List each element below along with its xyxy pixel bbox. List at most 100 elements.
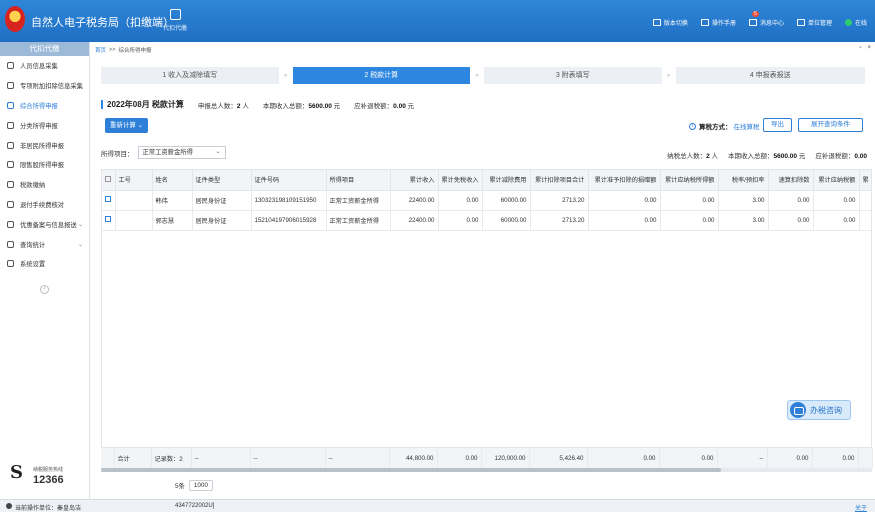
- step-arrow-icon: »: [666, 72, 671, 79]
- layers-icon: [7, 101, 14, 109]
- sidebar-item-tax-payment[interactable]: 税款缴纳: [0, 175, 89, 195]
- message-center-link[interactable]: 5 消息中心: [748, 11, 784, 27]
- current-unit: 当前操作单位：秦皇岛洁: [15, 506, 82, 512]
- close-icon[interactable]: ×: [867, 45, 871, 51]
- sidebar-item-settings[interactable]: 系统设置: [0, 254, 89, 274]
- right-income: 本期收入总额：5600.00 元: [728, 153, 806, 160]
- col-header[interactable]: 累: [859, 170, 871, 191]
- sidebar-heading: 代扣代缴: [0, 42, 89, 56]
- table-cell: 22400.00: [390, 190, 439, 211]
- version-switch-link[interactable]: 版本切换: [652, 18, 688, 27]
- sidebar-item-query-stats[interactable]: 查询统计 ⌄: [0, 234, 89, 254]
- total-cell: --: [191, 448, 251, 468]
- sidebar-collapse-button[interactable]: ‹: [40, 285, 49, 294]
- col-header[interactable]: 姓名: [152, 170, 193, 191]
- period-summary: 2022年08月 税款计算 申报总人数：2 人 本期收入总额：5600.00 元…: [101, 99, 428, 110]
- online-icon: [844, 19, 852, 26]
- total-cell: --: [325, 448, 390, 468]
- table-cell: 0.00: [660, 210, 719, 231]
- col-header[interactable]: 累计减除费用: [482, 170, 531, 191]
- col-header[interactable]: 所得项目: [326, 170, 391, 191]
- sidebar-item-nonresident-income[interactable]: 非居民所得申报: [0, 135, 89, 155]
- total-cell: [858, 448, 873, 468]
- sidebar-item-special-deduction[interactable]: 专项附加扣除信息采集: [0, 76, 89, 96]
- scrollbar-thumb[interactable]: [101, 468, 721, 472]
- recalculate-button[interactable]: 重新计算 ⌄: [105, 118, 148, 133]
- table-cell: 0.00: [813, 190, 860, 211]
- horizontal-scrollbar[interactable]: [101, 468, 872, 472]
- table-header-row: 工号 姓名 证件类型 证件号码 所得项目 累计收入 累计免税收入 累计减除费用 …: [102, 170, 871, 191]
- total-cell: 0.00: [437, 448, 482, 468]
- sidebar-item-restricted-stock[interactable]: 限售股所得申报: [0, 155, 89, 175]
- main-content: 首页 >> 综合所得申报 ▫ × 1 收入及减除填写 » 2 税款计算 » 3 …: [90, 42, 875, 499]
- sidebar-item-comprehensive-income[interactable]: 综合所得申报: [0, 96, 89, 116]
- table-cell: 2713.20: [530, 190, 589, 211]
- step-2[interactable]: 2 税款计算: [292, 67, 471, 84]
- table-cell: 130323198109151950: [251, 190, 327, 211]
- export-button[interactable]: 导出: [763, 118, 792, 132]
- sidebar-item-preferential-filing[interactable]: 优惠备案与信息报送 ⌄: [0, 214, 89, 234]
- breadcrumb-sep: >>: [109, 47, 116, 53]
- calc-mode-value[interactable]: 在线算税: [734, 121, 760, 131]
- chat-icon: [7, 121, 14, 129]
- col-header[interactable]: 证件号码: [251, 170, 327, 191]
- filter-label: 所得项目：: [101, 150, 134, 158]
- hotline-number: 12366: [33, 474, 64, 486]
- online-status[interactable]: 在线: [844, 18, 867, 27]
- sidebar: 代扣代缴 人员信息采集 专项附加扣除信息采集 综合所得申报 分类所得申报 非居民…: [0, 42, 90, 499]
- table-cell: 0.00: [813, 210, 860, 231]
- col-header[interactable]: 税率/预扣率: [718, 170, 769, 191]
- col-header[interactable]: 工号: [115, 170, 153, 191]
- right-tax: 应补退税额：0.00: [815, 153, 867, 160]
- table-cell: [859, 210, 871, 231]
- step-4[interactable]: 4 申报表报送: [675, 67, 865, 84]
- col-header[interactable]: 证件类型: [192, 170, 252, 191]
- manual-link[interactable]: 操作手册: [700, 18, 736, 27]
- about-link[interactable]: 关于: [855, 503, 867, 512]
- expand-query-button[interactable]: 展开查询条件: [798, 118, 863, 132]
- status-bar: 当前操作单位：秦皇岛洁 4347722002U] 关于: [0, 499, 875, 512]
- table-cell: 0.00: [768, 190, 814, 211]
- unit-manage-link[interactable]: 单位管理: [796, 18, 832, 27]
- row-checkbox[interactable]: [102, 190, 116, 211]
- table-cell: 0.00: [768, 210, 814, 231]
- sidebar-item-fee-refund[interactable]: 退付手续费核对: [0, 195, 89, 215]
- breadcrumb-home[interactable]: 首页: [95, 46, 106, 54]
- page-size-select[interactable]: 1000: [188, 480, 213, 491]
- col-header[interactable]: 速算扣除数: [768, 170, 814, 191]
- table-cell: 3.00: [718, 210, 769, 231]
- restore-icon[interactable]: ▫: [859, 45, 861, 51]
- table-cell: 22400.00: [390, 210, 439, 231]
- sidebar-item-person-info[interactable]: 人员信息采集: [0, 56, 89, 76]
- select-all-checkbox[interactable]: [102, 170, 116, 191]
- col-header[interactable]: 累计免税收入: [438, 170, 483, 191]
- col-header[interactable]: 累计应纳税额: [813, 170, 860, 191]
- sidebar-item-classified-income[interactable]: 分类所得申报: [0, 115, 89, 135]
- row-checkbox[interactable]: [102, 210, 116, 231]
- total-cell: 合计: [114, 448, 152, 468]
- calc-mode-label: 算税方式：: [699, 124, 732, 131]
- table-row[interactable]: 郭志慧 居民身份证 152104197906015928 正常工资薪金所得 22…: [102, 210, 871, 231]
- form-icon: [7, 82, 14, 90]
- right-summary: 纳税总人数：2 人 本期收入总额：5600.00 元 应补退税额：0.00: [667, 150, 867, 160]
- switch-icon: [652, 19, 661, 26]
- step-3[interactable]: 3 附表填写: [484, 67, 662, 84]
- step-1[interactable]: 1 收入及减除填写: [101, 67, 279, 84]
- declare-count: 申报总人数：2 人: [197, 102, 249, 110]
- table-cell: 60000.00: [482, 210, 531, 231]
- app-header: 自然人电子税务局（扣缴端） 代扣代缴 版本切换 操作手册 5 消息中心 单位管理 …: [0, 0, 875, 42]
- module-withholding[interactable]: 代扣代缴: [160, 9, 190, 32]
- col-header[interactable]: 累计收入: [390, 170, 439, 191]
- panel-controls: ▫ ×: [859, 45, 871, 51]
- tax-consult-button[interactable]: 办税咨询: [787, 400, 851, 420]
- gear-icon: [7, 260, 14, 268]
- message-badge: 5: [751, 11, 759, 17]
- info-icon: i: [689, 122, 696, 130]
- chart-icon: [7, 141, 14, 149]
- col-header[interactable]: 累计准予扣除的捐赠额: [588, 170, 661, 191]
- income-item-select[interactable]: 正常工资薪金所得 ⌄: [137, 146, 226, 159]
- table-row[interactable]: 韩伟 居民身份证 130323198109151950 正常工资薪金所得 224…: [102, 190, 871, 211]
- col-header[interactable]: 累计扣除项目合计: [530, 170, 589, 191]
- col-header[interactable]: 累计应纳税所得额: [660, 170, 719, 191]
- step-arrow-icon: »: [283, 72, 288, 79]
